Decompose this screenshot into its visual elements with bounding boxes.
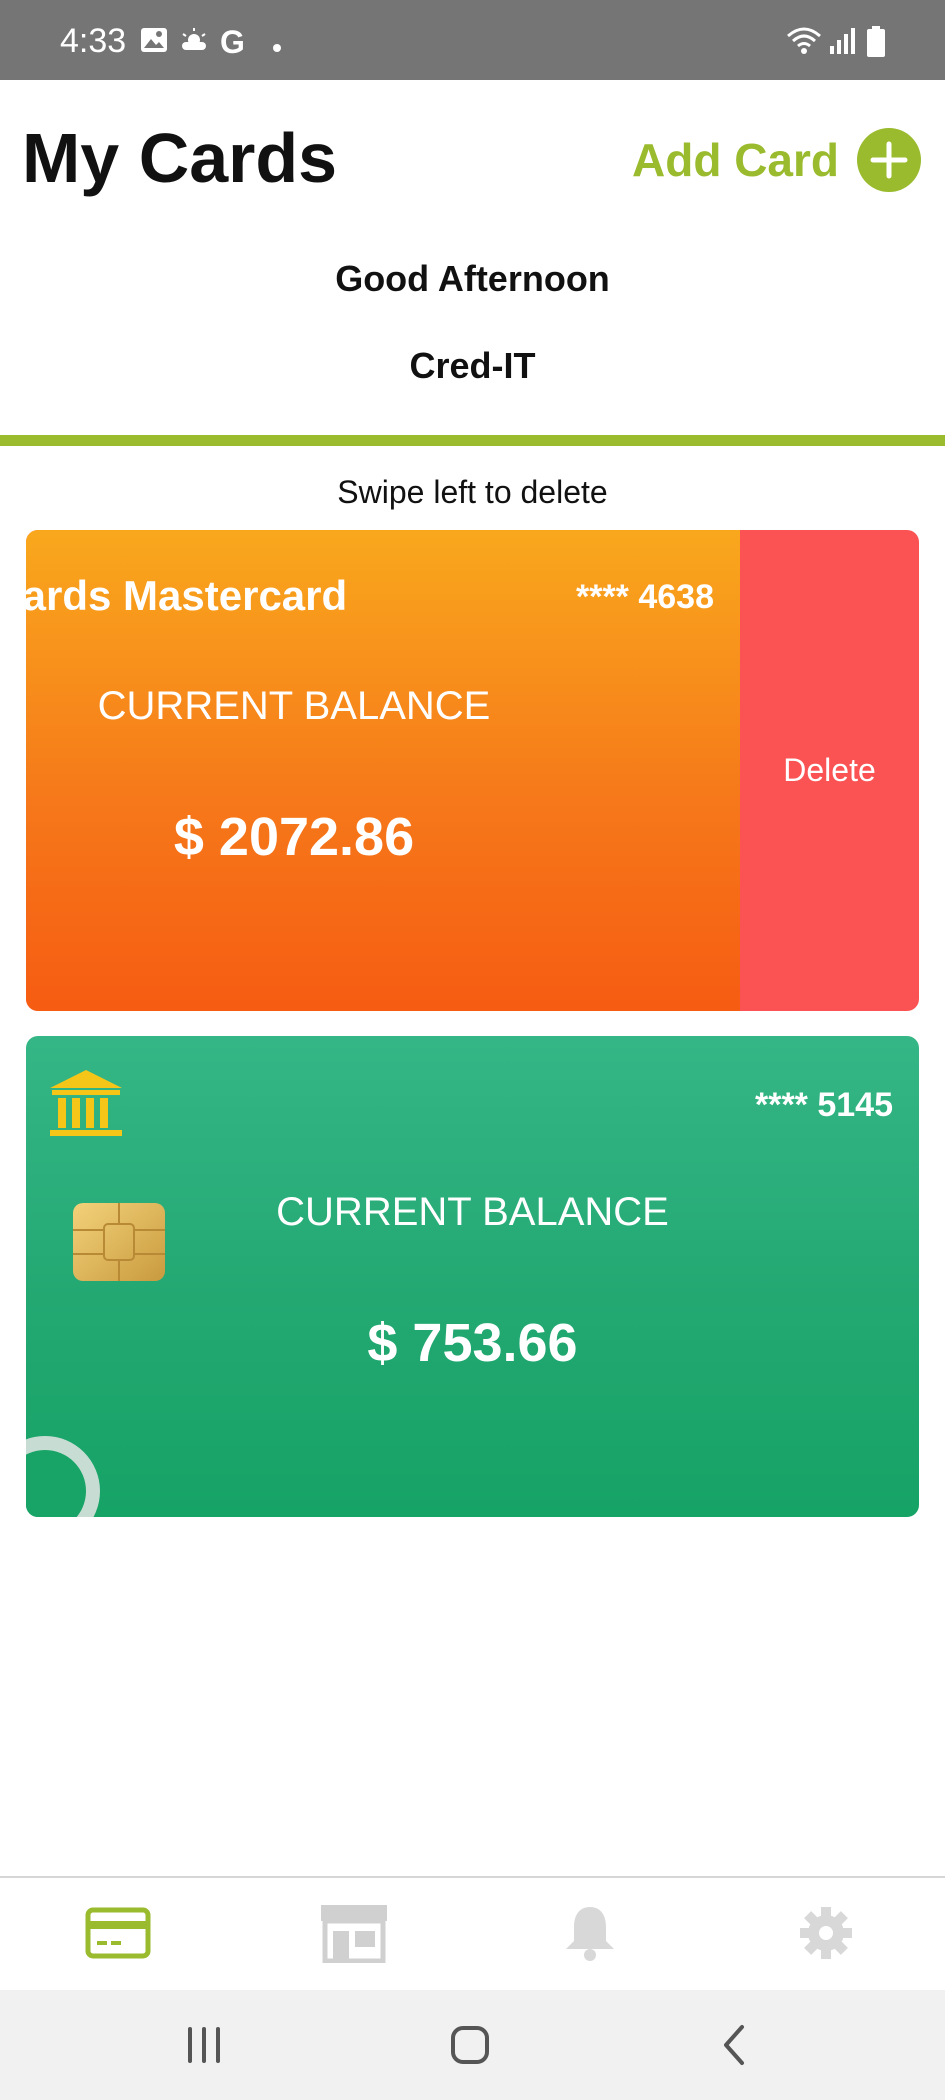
status-bar: 4:33 G bbox=[0, 0, 945, 80]
app-name: Cred-IT bbox=[409, 345, 536, 386]
page-title: My Cards bbox=[22, 119, 338, 197]
balance-value: $ 753.66 bbox=[367, 1313, 578, 1373]
google-icon: G bbox=[220, 24, 245, 60]
card-number: **** 5145 bbox=[754, 1086, 893, 1124]
card-name: wards Mastercard bbox=[26, 572, 348, 619]
gear-icon bbox=[798, 1905, 854, 1966]
card-row-mastercard[interactable]: wards Mastercard **** 4638 CURRENT BALAN… bbox=[26, 530, 919, 1011]
add-card-button[interactable]: Add Card bbox=[632, 128, 921, 192]
store-icon bbox=[319, 1903, 389, 1968]
bell-icon bbox=[562, 1903, 618, 1968]
weather-icon bbox=[178, 26, 210, 59]
image-icon bbox=[140, 26, 168, 59]
credit-card[interactable]: wards Mastercard **** 4638 CURRENT BALAN… bbox=[26, 530, 740, 1011]
credit-card[interactable]: **** 5145 CURRENT BALANCE $ 753.66 bbox=[26, 1036, 919, 1517]
balance-label: CURRENT BALANCE bbox=[97, 684, 491, 728]
status-time: 4:33 bbox=[60, 22, 127, 60]
bank-icon bbox=[48, 1068, 124, 1145]
card-number: **** 4638 bbox=[575, 578, 714, 616]
system-nav-bar bbox=[0, 1990, 945, 2100]
credit-card-icon bbox=[85, 1907, 151, 1964]
add-card-label: Add Card bbox=[632, 134, 839, 186]
bottom-nav bbox=[0, 1876, 945, 1992]
delete-button[interactable]: Delete bbox=[740, 530, 919, 1011]
battery-icon bbox=[866, 26, 886, 63]
wifi-icon bbox=[786, 26, 822, 61]
card-decoration bbox=[26, 1436, 100, 1517]
balance-value: $ 2072.86 bbox=[173, 807, 415, 867]
nav-settings[interactable] bbox=[766, 1878, 886, 1992]
greeting-text: Good Afternoon bbox=[335, 258, 610, 299]
nav-cards[interactable] bbox=[58, 1878, 178, 1992]
card-row-bank[interactable]: **** 5145 CURRENT BALANCE $ 753.66 bbox=[26, 1036, 919, 1517]
nav-store[interactable] bbox=[294, 1878, 414, 1992]
plus-icon[interactable] bbox=[857, 128, 921, 192]
dot-icon bbox=[272, 40, 282, 58]
balance-label: CURRENT BALANCE bbox=[276, 1190, 669, 1234]
home-icon[interactable] bbox=[430, 2015, 510, 2075]
back-icon[interactable] bbox=[694, 2015, 774, 2075]
swipe-hint: Swipe left to delete bbox=[337, 474, 608, 510]
signal-icon bbox=[828, 26, 856, 61]
header-divider bbox=[0, 435, 945, 446]
recents-icon[interactable] bbox=[164, 2015, 244, 2075]
nav-notifications[interactable] bbox=[530, 1878, 650, 1992]
